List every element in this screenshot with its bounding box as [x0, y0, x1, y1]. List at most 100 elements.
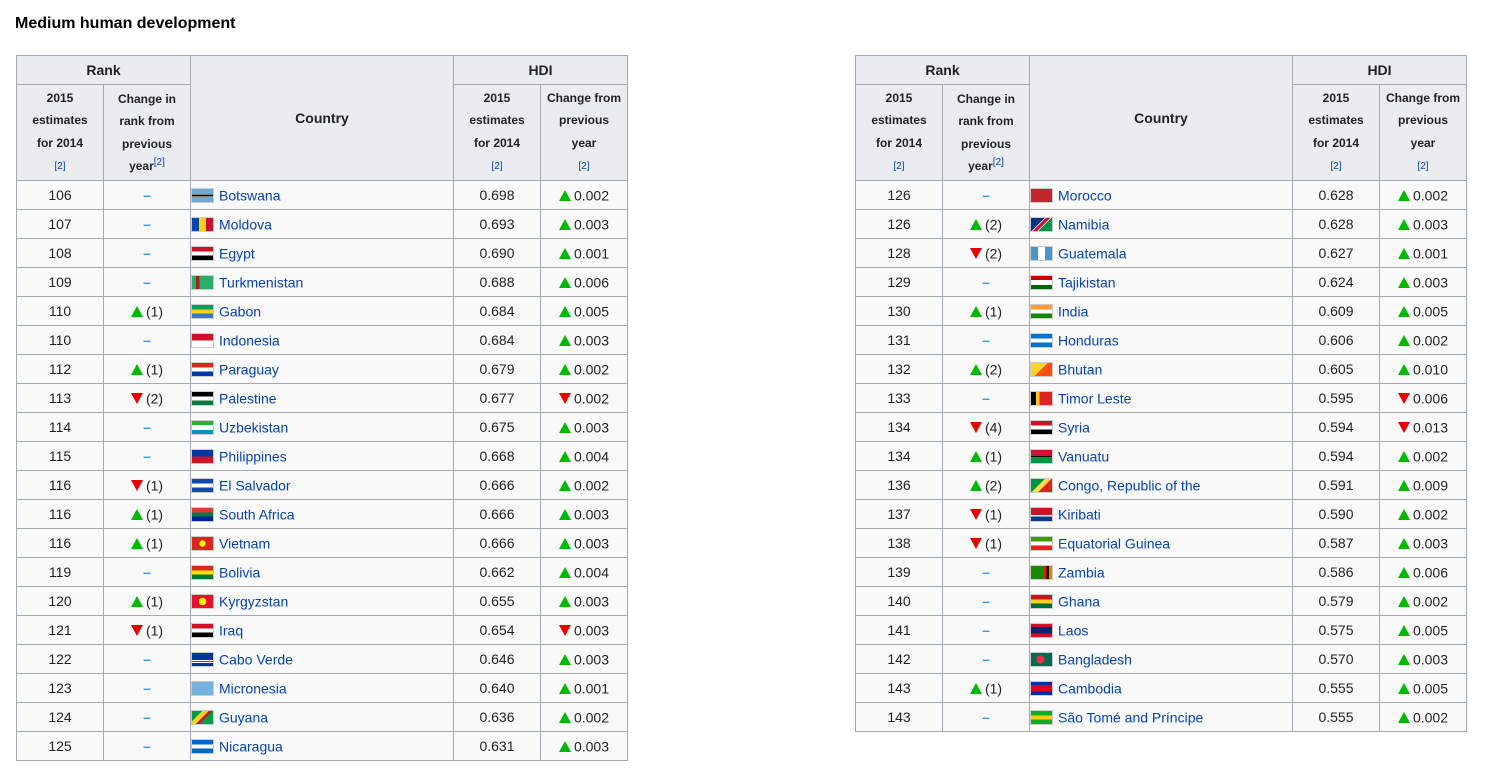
country-link[interactable]: Micronesia	[219, 681, 287, 697]
flag-icon[interactable]	[1030, 217, 1053, 233]
country-link[interactable]: Iraq	[219, 623, 243, 639]
flag-icon[interactable]	[191, 652, 214, 668]
country-link[interactable]: Namibia	[1058, 217, 1109, 233]
ref-link[interactable]: [2]	[893, 161, 904, 172]
flag-icon[interactable]	[191, 681, 214, 697]
flag-icon[interactable]	[191, 275, 214, 291]
rank-cell: 143	[855, 673, 943, 703]
country-link[interactable]: Moldova	[219, 217, 272, 233]
flag-icon[interactable]	[191, 188, 214, 204]
flag-icon[interactable]	[1030, 594, 1053, 610]
country-link[interactable]: Palestine	[219, 391, 277, 407]
country-link[interactable]: El Salvador	[219, 478, 291, 494]
country-link[interactable]: Philippines	[219, 449, 287, 465]
country-link[interactable]: South Africa	[219, 507, 295, 523]
hdi-change-header[interactable]: Change from previous year [2]	[1379, 84, 1467, 181]
flag-icon[interactable]	[191, 594, 214, 610]
country-link[interactable]: Vietnam	[219, 536, 270, 552]
country-link[interactable]: Vanuatu	[1058, 449, 1109, 465]
rank-change-header[interactable]: Change in rank from previous year[2]	[103, 84, 191, 181]
country-link[interactable]: Nicaragua	[219, 739, 283, 755]
flag-icon[interactable]	[1030, 478, 1053, 494]
flag-icon[interactable]	[1030, 275, 1053, 291]
country-link[interactable]: Laos	[1058, 623, 1088, 639]
country-link[interactable]: Bhutan	[1058, 362, 1102, 378]
country-link[interactable]: Paraguay	[219, 362, 279, 378]
flag-icon[interactable]	[191, 507, 214, 523]
ref-link[interactable]: [2]	[491, 161, 502, 172]
flag-icon[interactable]	[191, 449, 214, 465]
country-link[interactable]: Guyana	[219, 710, 268, 726]
flag-icon[interactable]	[191, 739, 214, 755]
country-link[interactable]: Kiribati	[1058, 507, 1101, 523]
rank-estimate-header[interactable]: 2015 estimates for 2014 [2]	[16, 84, 104, 181]
flag-icon[interactable]	[191, 362, 214, 378]
flag-icon[interactable]	[1030, 362, 1053, 378]
country-link[interactable]: Bangladesh	[1058, 652, 1132, 668]
flag-icon[interactable]	[191, 304, 214, 320]
ref-link[interactable]: [2]	[154, 157, 165, 168]
hdi-change-header[interactable]: Change from previous year [2]	[540, 84, 628, 181]
country-header[interactable]: Country	[1029, 55, 1293, 181]
flag-icon[interactable]	[191, 623, 214, 639]
flag-icon[interactable]	[191, 420, 214, 436]
country-link[interactable]: Ghana	[1058, 594, 1100, 610]
flag-icon[interactable]	[1030, 188, 1053, 204]
country-header[interactable]: Country	[190, 55, 454, 181]
ref-link[interactable]: [2]	[993, 157, 1004, 168]
flag-icon[interactable]	[1030, 623, 1053, 639]
flag-icon[interactable]	[1030, 246, 1053, 262]
country-link[interactable]: Bolivia	[219, 565, 260, 581]
flag-icon[interactable]	[191, 536, 214, 552]
country-link[interactable]: Egypt	[219, 246, 255, 262]
country-link[interactable]: Zambia	[1058, 565, 1105, 581]
flag-icon[interactable]	[191, 333, 214, 349]
country-link[interactable]: India	[1058, 304, 1088, 320]
flag-icon[interactable]	[1030, 391, 1053, 407]
country-link[interactable]: Tajikistan	[1058, 275, 1116, 291]
hdi-value-cell: 0.666	[453, 528, 541, 558]
flag-icon[interactable]	[191, 478, 214, 494]
flag-icon[interactable]	[191, 565, 214, 581]
country-link[interactable]: Congo, Republic of the	[1058, 478, 1200, 494]
country-link[interactable]: Honduras	[1058, 333, 1119, 349]
flag-icon[interactable]	[1030, 652, 1053, 668]
country-link[interactable]: Indonesia	[219, 333, 280, 349]
country-link[interactable]: Botswana	[219, 188, 280, 204]
hdi-estimate-header[interactable]: 2015 estimates for 2014 [2]	[453, 84, 541, 181]
flag-icon[interactable]	[191, 217, 214, 233]
ref-link[interactable]: [2]	[578, 161, 589, 172]
flag-icon[interactable]	[1030, 333, 1053, 349]
ref-link[interactable]: [2]	[1330, 161, 1341, 172]
flag-icon[interactable]	[1030, 681, 1053, 697]
rank-cell: 123	[16, 673, 104, 703]
flag-icon[interactable]	[1030, 420, 1053, 436]
ref-link[interactable]: [2]	[1417, 161, 1428, 172]
country-link[interactable]: Morocco	[1058, 188, 1112, 204]
flag-icon[interactable]	[1030, 565, 1053, 581]
country-link[interactable]: Timor Leste	[1058, 391, 1131, 407]
flag-icon[interactable]	[1030, 710, 1053, 726]
flag-icon[interactable]	[1030, 304, 1053, 320]
hdi-estimate-header[interactable]: 2015 estimates for 2014 [2]	[1292, 84, 1380, 181]
flag-icon[interactable]	[191, 246, 214, 262]
country-link[interactable]: Kyrgyzstan	[219, 594, 288, 610]
flag-icon[interactable]	[1030, 449, 1053, 465]
rank-estimate-header[interactable]: 2015 estimates for 2014 [2]	[855, 84, 943, 181]
flag-icon[interactable]	[191, 391, 214, 407]
country-link[interactable]: Equatorial Guinea	[1058, 536, 1170, 552]
ref-link[interactable]: [2]	[54, 161, 65, 172]
country-link[interactable]: Cabo Verde	[219, 652, 293, 668]
flag-icon[interactable]	[191, 710, 214, 726]
country-link[interactable]: Gabon	[219, 304, 261, 320]
country-link[interactable]: Syria	[1058, 420, 1090, 436]
country-link[interactable]: Guatemala	[1058, 246, 1126, 262]
rank-change-header[interactable]: Change in rank from previous year[2]	[942, 84, 1030, 181]
country-link[interactable]: Turkmenistan	[219, 275, 303, 291]
country-link[interactable]: Cambodia	[1058, 681, 1122, 697]
flag-icon[interactable]	[1030, 507, 1053, 523]
country-link[interactable]: Uzbekistan	[219, 420, 288, 436]
country-link[interactable]: São Tomé and Príncipe	[1058, 710, 1203, 726]
flag-icon[interactable]	[1030, 536, 1053, 552]
increase-arrow-icon	[558, 277, 571, 289]
